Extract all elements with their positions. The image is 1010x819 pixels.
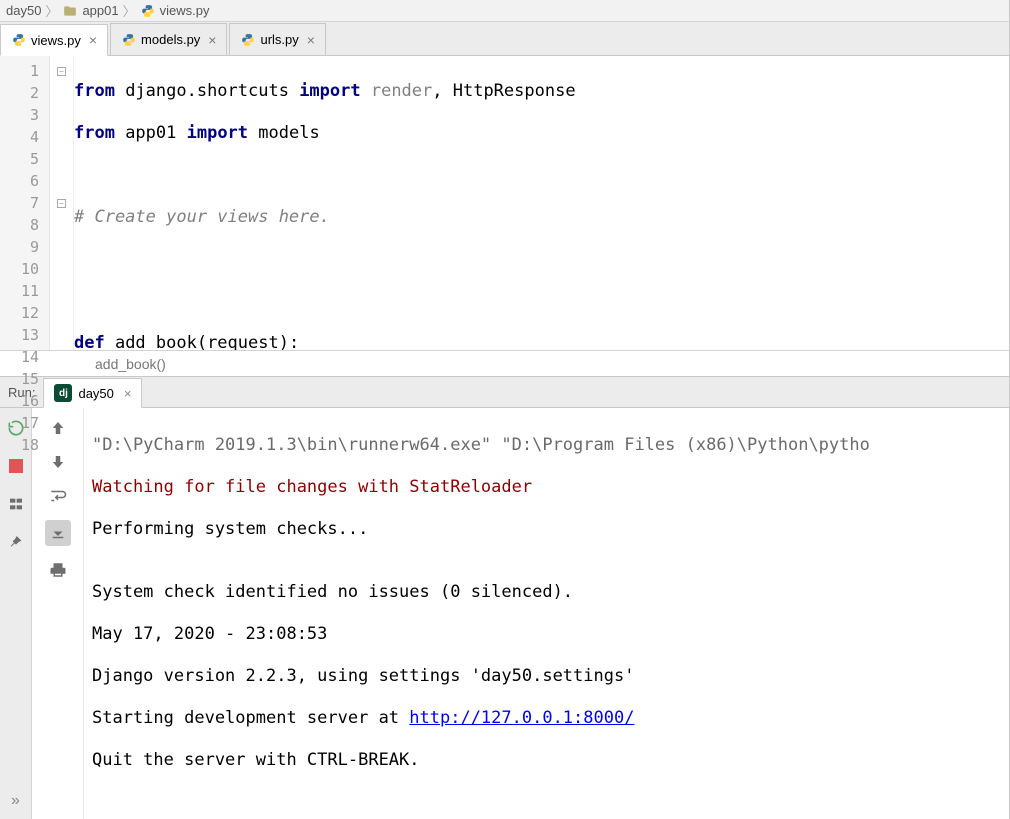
python-file-icon: [140, 3, 156, 19]
server-url-link[interactable]: http://127.0.0.1:8000/: [409, 708, 634, 728]
line-gutter: 123456789101112131415161718: [0, 56, 50, 350]
tab-label: views.py: [31, 33, 81, 48]
editor-tabs: views.py × models.py × urls.py ×: [0, 22, 1009, 56]
close-icon[interactable]: ×: [208, 33, 216, 47]
folder-icon: [62, 3, 78, 19]
soft-wrap-icon[interactable]: [48, 486, 68, 506]
close-icon[interactable]: ×: [307, 33, 315, 47]
run-toolwindow-header: Run: dj day50 ×: [0, 376, 1009, 408]
layout-icon[interactable]: [6, 494, 26, 514]
breadcrumb-item[interactable]: day50: [6, 3, 41, 18]
console-output[interactable]: "D:\PyCharm 2019.1.3\bin\runnerw64.exe" …: [84, 408, 1009, 819]
breadcrumb-sep: 〉: [123, 1, 136, 20]
print-icon[interactable]: [48, 560, 68, 580]
code-editor[interactable]: 123456789101112131415161718 − − from dja…: [0, 56, 1009, 350]
breadcrumb-item[interactable]: views.py: [160, 3, 210, 18]
context-info: add_book(): [0, 350, 1009, 376]
python-file-icon: [11, 32, 27, 48]
tab-views[interactable]: views.py ×: [0, 24, 108, 56]
run-tab-day50[interactable]: dj day50 ×: [43, 378, 142, 408]
stop-icon[interactable]: [6, 456, 26, 476]
tab-urls[interactable]: urls.py ×: [229, 23, 325, 55]
fold-icon[interactable]: −: [57, 199, 66, 208]
more-icon[interactable]: »: [6, 791, 26, 811]
tab-label: models.py: [141, 32, 200, 47]
tab-models[interactable]: models.py ×: [110, 23, 227, 55]
breadcrumb-item[interactable]: app01: [82, 3, 118, 18]
django-icon: dj: [54, 384, 72, 402]
tab-label: urls.py: [260, 32, 298, 47]
pin-icon[interactable]: [6, 532, 26, 552]
breadcrumb-sep: 〉: [45, 1, 58, 20]
run-left-toolbar: »: [0, 408, 32, 819]
breadcrumb: day50 〉 app01 〉 views.py: [0, 0, 1009, 22]
run-side-toolbar: [32, 408, 84, 819]
code-area[interactable]: from django.shortcuts import render, Htt…: [74, 56, 1009, 350]
python-file-icon: [240, 32, 256, 48]
close-icon[interactable]: ×: [124, 386, 132, 401]
scroll-to-end-icon[interactable]: [45, 520, 71, 546]
run-tab-label: day50: [78, 386, 113, 401]
python-file-icon: [121, 32, 137, 48]
run-toolwindow: » "D:\PyCharm 2019.1.3\bin\runnerw64.exe…: [0, 408, 1009, 819]
close-icon[interactable]: ×: [89, 33, 97, 47]
fold-icon[interactable]: −: [57, 67, 66, 76]
fold-column: − −: [50, 56, 74, 350]
